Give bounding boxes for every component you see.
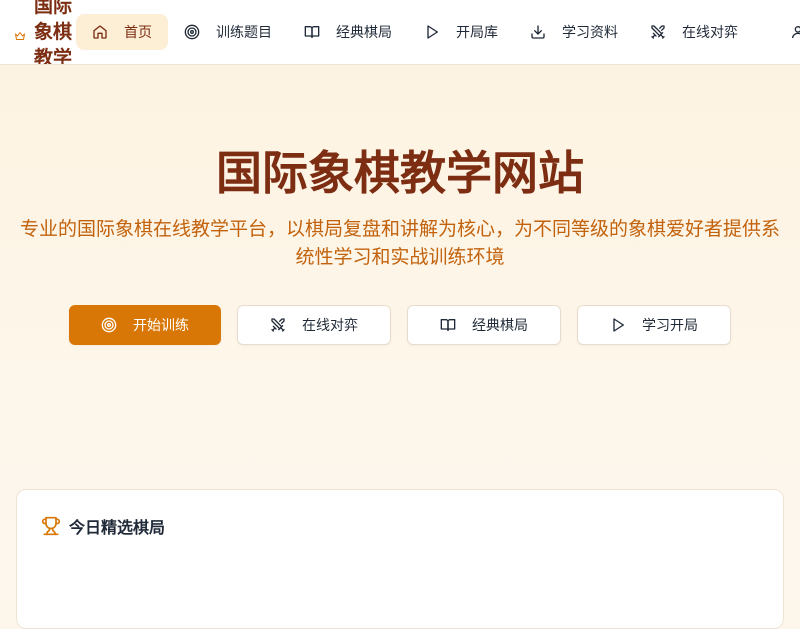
brand-name: 国际象棋教学	[34, 0, 73, 65]
button-label: 在线对弈	[302, 318, 358, 334]
crown-icon	[14, 27, 26, 40]
nav-label: 在线对弈	[682, 25, 738, 41]
download-icon	[530, 24, 546, 40]
button-label: 经典棋局	[472, 318, 528, 334]
brand-logo[interactable]: 国际象棋教学	[14, 0, 76, 65]
nav-label: 经典棋局	[336, 25, 392, 41]
featured-games-card: 今日精选棋局	[16, 489, 784, 629]
hero-subtitle: 专业的国际象棋在线教学平台，以棋局复盘和讲解为核心，为不同等级的象棋爱好者提供系…	[19, 218, 780, 268]
button-label: 开始训练	[133, 318, 189, 334]
start-training-button[interactable]: 开始训练	[69, 305, 221, 345]
main-nav: 首页 训练题目 经典棋局 开局库 学习资料 在线对弈	[76, 14, 754, 50]
hero-button-group: 开始训练 在线对弈 经典棋局 学习开局	[69, 305, 731, 345]
target-icon	[101, 317, 117, 333]
classic-games-button[interactable]: 经典棋局	[407, 305, 561, 345]
book-open-icon	[440, 317, 456, 333]
hero-title: 国际象棋教学网站	[216, 146, 584, 200]
nav-item-training[interactable]: 训练题目	[168, 14, 288, 50]
button-label: 学习开局	[642, 318, 698, 334]
nav-item-openings[interactable]: 开局库	[408, 14, 514, 50]
card-title-text: 今日精选棋局	[69, 518, 166, 537]
swords-icon	[650, 24, 666, 40]
nav-label: 首页	[124, 25, 152, 41]
nav-item-classic-games[interactable]: 经典棋局	[288, 14, 408, 50]
trophy-icon	[41, 516, 61, 536]
user-icon[interactable]	[790, 24, 800, 40]
nav-item-home[interactable]: 首页	[76, 14, 168, 50]
nav-label: 学习资料	[562, 25, 618, 41]
card-title: 今日精选棋局	[41, 514, 165, 538]
nav-label: 训练题目	[216, 25, 272, 41]
play-icon	[424, 24, 440, 40]
play-icon	[610, 317, 626, 333]
nav-label: 开局库	[456, 25, 498, 41]
home-icon	[92, 24, 108, 40]
book-open-icon	[304, 24, 320, 40]
target-icon	[184, 24, 200, 40]
swords-icon	[270, 317, 286, 333]
nav-item-online-play[interactable]: 在线对弈	[634, 14, 754, 50]
nav-item-materials[interactable]: 学习资料	[514, 14, 634, 50]
top-header: 国际象棋教学 首页 训练题目 经典棋局 开局库 学习资料 在线对弈	[0, 0, 800, 65]
learn-openings-button[interactable]: 学习开局	[577, 305, 731, 345]
online-play-button[interactable]: 在线对弈	[237, 305, 391, 345]
